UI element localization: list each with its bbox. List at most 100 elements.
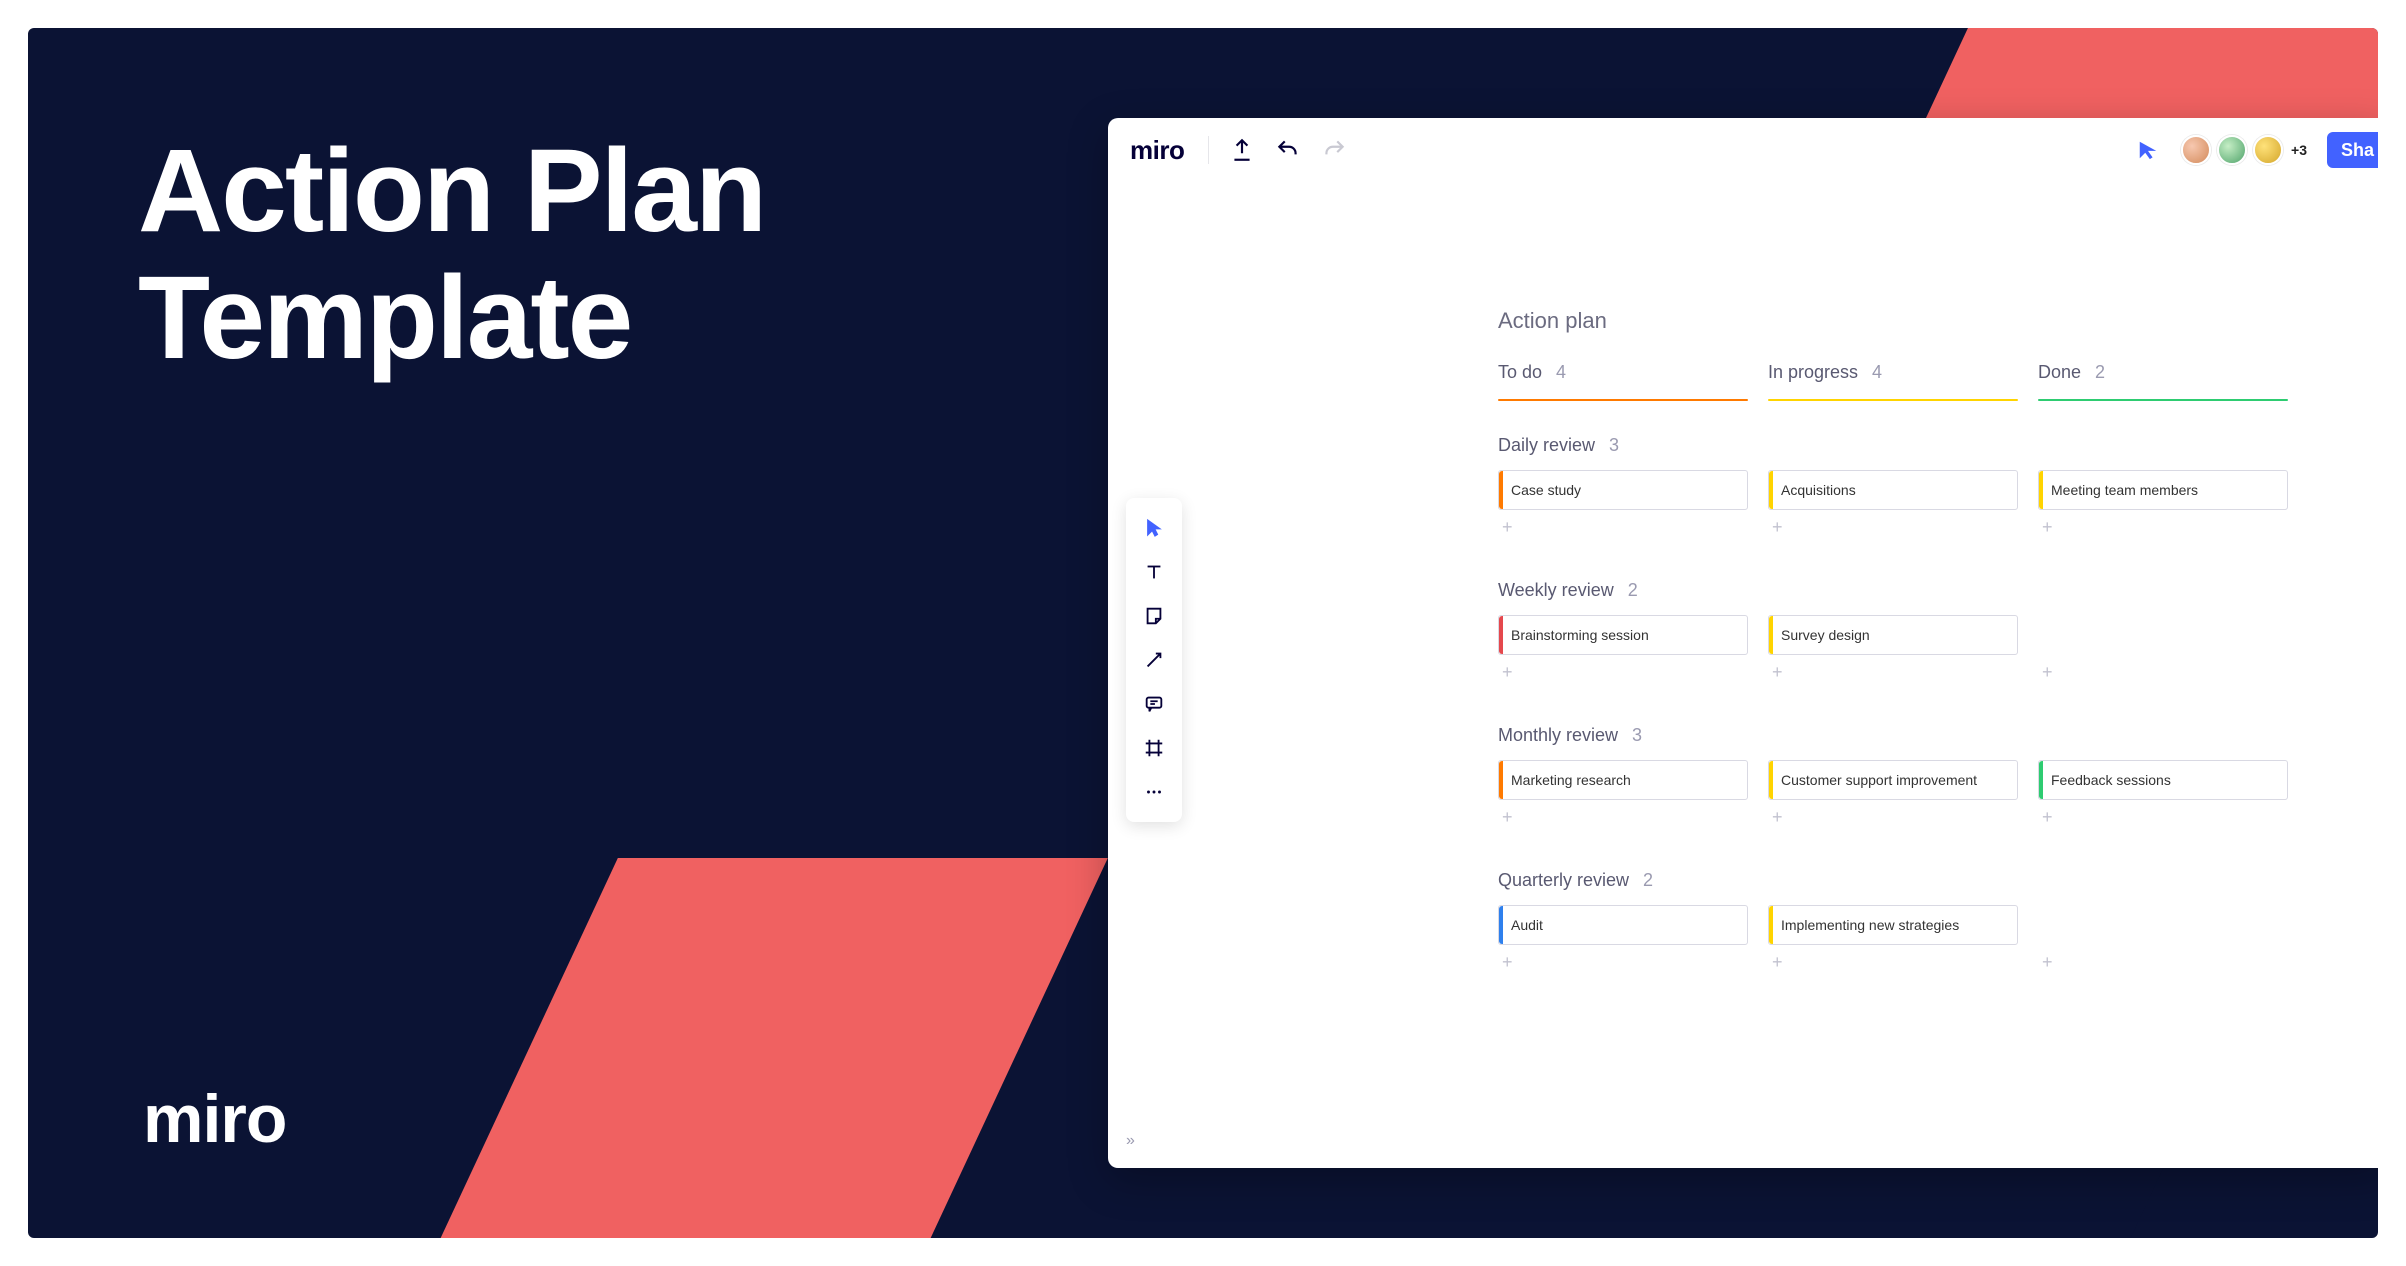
section-add-row: + + +: [1498, 510, 2358, 538]
column-count: 2: [2095, 362, 2105, 383]
expand-icon[interactable]: »: [1126, 1132, 1137, 1150]
card-text: Customer support improvement: [1781, 772, 1977, 788]
column-header-todo[interactable]: To do 4: [1498, 362, 1748, 393]
section-row: Audit Implementing new strategies: [1498, 905, 2358, 945]
column-count: 4: [1556, 362, 1566, 383]
tool-sticky-note[interactable]: [1134, 596, 1174, 636]
empty-cell: [2038, 905, 2288, 945]
section-add-row: + + +: [1498, 655, 2358, 683]
share-button[interactable]: Sha: [2327, 132, 2378, 168]
app-window: miro +3: [1108, 118, 2378, 1168]
section-header[interactable]: Weekly review 2: [1498, 580, 2358, 601]
add-card-button[interactable]: +: [2038, 661, 2288, 683]
board-canvas[interactable]: Action plan To do 4 In progress 4 Done 2: [1498, 308, 2358, 1015]
kanban-card[interactable]: Acquisitions: [1768, 470, 2018, 510]
column-label: In progress: [1768, 362, 1858, 383]
board-title: Action plan: [1498, 308, 2358, 334]
section-add-row: + + +: [1498, 800, 2358, 828]
kanban-columns-header: To do 4 In progress 4 Done 2: [1498, 362, 2358, 393]
kanban-card[interactable]: Audit: [1498, 905, 1748, 945]
section-count: 3: [1632, 725, 1642, 746]
tool-text[interactable]: [1134, 552, 1174, 592]
add-card-button[interactable]: +: [1768, 661, 2018, 683]
section-label: Weekly review: [1498, 580, 1614, 601]
column-label: To do: [1498, 362, 1542, 383]
section-label: Monthly review: [1498, 725, 1618, 746]
add-card-button[interactable]: +: [2038, 806, 2288, 828]
undo-icon[interactable]: [1275, 137, 1301, 163]
kanban-card[interactable]: Meeting team members: [2038, 470, 2288, 510]
kanban-card[interactable]: Survey design: [1768, 615, 2018, 655]
kanban-card[interactable]: Case study: [1498, 470, 1748, 510]
kanban-card[interactable]: Brainstorming session: [1498, 615, 1748, 655]
tool-comment[interactable]: [1134, 684, 1174, 724]
kanban-section: Weekly review 2 Brainstorming session Surve…: [1498, 580, 2358, 683]
kanban-card[interactable]: Customer support improvement: [1768, 760, 2018, 800]
redo-icon: [1321, 137, 1347, 163]
empty-cell: [2038, 615, 2288, 655]
tool-select[interactable]: [1134, 508, 1174, 548]
tool-more[interactable]: [1134, 772, 1174, 812]
tool-line[interactable]: [1134, 640, 1174, 680]
add-card-button[interactable]: +: [1498, 516, 1748, 538]
card-text: Brainstorming session: [1511, 627, 1649, 643]
column-label: Done: [2038, 362, 2081, 383]
section-label: Daily review: [1498, 435, 1595, 456]
section-count: 2: [1628, 580, 1638, 601]
add-card-button[interactable]: +: [1768, 806, 2018, 828]
section-label: Quarterly review: [1498, 870, 1629, 891]
add-card-button[interactable]: +: [1768, 951, 2018, 973]
column-underline: [1498, 399, 1748, 401]
kanban-card[interactable]: Feedback sessions: [2038, 760, 2288, 800]
card-text: Marketing research: [1511, 772, 1631, 788]
section-count: 3: [1609, 435, 1619, 456]
add-card-button[interactable]: +: [1498, 951, 1748, 973]
section-header[interactable]: Monthly review 3: [1498, 725, 2358, 746]
section-row: Marketing research Customer support impro…: [1498, 760, 2358, 800]
section-add-row: + + +: [1498, 945, 2358, 973]
column-header-done[interactable]: Done 2: [2038, 362, 2288, 393]
hero-title-line2: Template: [138, 255, 765, 382]
section-header[interactable]: Quarterly review 2: [1498, 870, 2358, 891]
kanban-sections: Daily review 3 Case study Acquisitions Meeti…: [1498, 435, 2358, 973]
section-count: 2: [1643, 870, 1653, 891]
add-card-button[interactable]: +: [2038, 951, 2288, 973]
kanban-card[interactable]: Marketing research: [1498, 760, 1748, 800]
kanban-section: Monthly review 3 Marketing research Custome…: [1498, 725, 2358, 828]
card-text: Implementing new strategies: [1781, 917, 1959, 933]
hero-title-line1: Action Plan: [138, 128, 765, 255]
column-underline: [2038, 399, 2288, 401]
kanban-section: Quarterly review 2 Audit Implementing new s…: [1498, 870, 2358, 973]
app-logo[interactable]: miro: [1130, 135, 1184, 166]
hero-title: Action Plan Template: [138, 128, 765, 383]
avatar[interactable]: [2217, 135, 2247, 165]
avatar[interactable]: [2253, 135, 2283, 165]
column-header-inprogress[interactable]: In progress 4: [1768, 362, 2018, 393]
column-count: 4: [1872, 362, 1882, 383]
promo-frame: Action Plan Template miro miro: [28, 28, 2378, 1238]
card-text: Survey design: [1781, 627, 1870, 643]
presentation-cursor-icon[interactable]: [2135, 137, 2161, 163]
card-text: Audit: [1511, 917, 1543, 933]
tool-dock: [1126, 498, 1182, 822]
card-text: Meeting team members: [2051, 482, 2198, 498]
kanban-card[interactable]: Implementing new strategies: [1768, 905, 2018, 945]
add-card-button[interactable]: +: [1498, 661, 1748, 683]
kanban-section: Daily review 3 Case study Acquisitions Meeti…: [1498, 435, 2358, 538]
tool-frame[interactable]: [1134, 728, 1174, 768]
avatar[interactable]: [2181, 135, 2211, 165]
avatar-overflow-count[interactable]: +3: [2291, 142, 2307, 158]
add-card-button[interactable]: +: [2038, 516, 2288, 538]
collaborator-avatars[interactable]: +3: [2181, 135, 2307, 165]
add-card-button[interactable]: +: [1768, 516, 2018, 538]
card-text: Acquisitions: [1781, 482, 1856, 498]
column-underline: [1768, 399, 2018, 401]
add-card-button[interactable]: +: [1498, 806, 1748, 828]
card-text: Feedback sessions: [2051, 772, 2171, 788]
export-icon[interactable]: [1229, 137, 1255, 163]
brand-logo: miro: [143, 1080, 286, 1158]
section-header[interactable]: Daily review 3: [1498, 435, 2358, 456]
section-row: Brainstorming session Survey design: [1498, 615, 2358, 655]
section-row: Case study Acquisitions Meeting team membe…: [1498, 470, 2358, 510]
share-button-label: Sha: [2341, 140, 2374, 161]
